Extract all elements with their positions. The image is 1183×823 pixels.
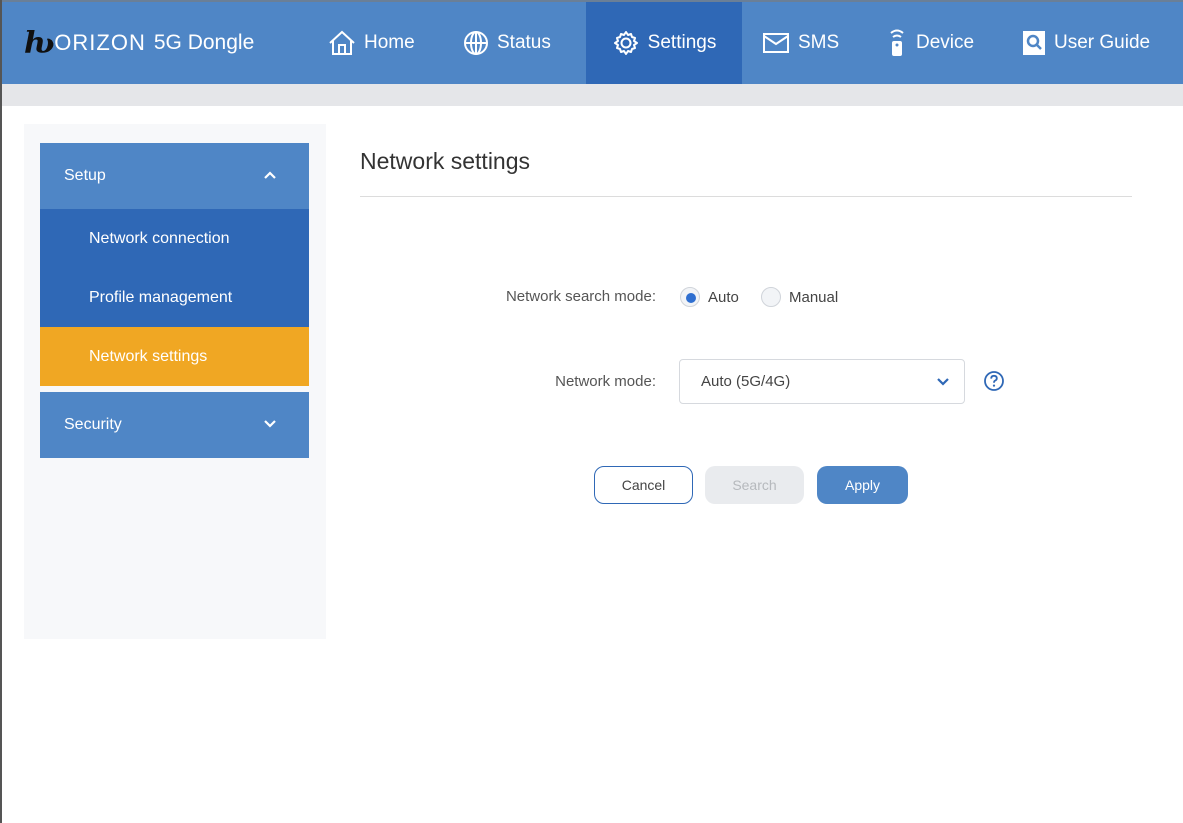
page-title: Network settings xyxy=(360,148,531,174)
radio-manual-circle[interactable] xyxy=(761,287,781,307)
nav-sms-label: SMS xyxy=(798,32,840,53)
sidebar-item-network-connection[interactable]: Network connection xyxy=(40,209,309,268)
sidebar-group-label: Security xyxy=(64,416,122,433)
network-mode-value: Auto (5G/4G) xyxy=(701,373,791,390)
gear-icon xyxy=(613,31,638,55)
nav-status-label: Status xyxy=(497,32,551,53)
brand-name: ORIZON xyxy=(54,30,146,55)
sidebar-group-security[interactable]: Security xyxy=(40,392,309,458)
cancel-button[interactable]: Cancel xyxy=(594,466,693,504)
chevron-down-icon xyxy=(937,378,949,386)
search-button[interactable]: Search xyxy=(705,466,804,504)
radio-auto[interactable]: Auto xyxy=(680,287,739,307)
nav-device[interactable]: Device xyxy=(886,2,1006,84)
brand-logo[interactable]: ƕ ORIZON 5G Dongle xyxy=(24,25,255,61)
envelope-icon xyxy=(763,33,789,53)
search-book-icon xyxy=(1023,31,1045,55)
top-navigation-bar: ƕ ORIZON 5G Dongle Home Status Settings xyxy=(2,2,1183,84)
radio-auto-label: Auto xyxy=(708,288,739,306)
sidebar-item-label: Profile management xyxy=(89,288,233,306)
chevron-down-icon xyxy=(264,420,276,428)
network-mode-select[interactable]: Auto (5G/4G) xyxy=(679,359,965,404)
nav-home[interactable]: Home xyxy=(328,2,448,84)
nav-home-label: Home xyxy=(364,32,415,53)
globe-icon xyxy=(464,31,488,55)
sidebar-item-network-settings[interactable]: Network settings xyxy=(40,327,309,386)
nav-device-label: Device xyxy=(916,32,975,53)
sidebar-group-label: Setup xyxy=(64,167,106,184)
radio-manual-label: Manual xyxy=(789,288,839,306)
title-divider xyxy=(360,196,1132,197)
chevron-up-icon xyxy=(264,171,276,179)
nav-sms[interactable]: SMS xyxy=(762,2,867,84)
nav-settings[interactable]: Settings xyxy=(586,2,742,84)
header-divider-strip xyxy=(2,84,1183,106)
device-icon xyxy=(890,29,904,56)
brand-product: 5G Dongle xyxy=(153,31,255,54)
nav-settings-label: Settings xyxy=(647,32,717,53)
sidebar-item-label: Network settings xyxy=(89,347,208,365)
nav-user-guide[interactable]: User Guide xyxy=(1022,2,1182,84)
radio-auto-circle[interactable] xyxy=(680,287,700,307)
radio-manual[interactable]: Manual xyxy=(761,287,838,307)
nav-user-guide-label: User Guide xyxy=(1054,32,1151,53)
nav-status[interactable]: Status xyxy=(463,2,573,84)
search-mode-label: Network search mode: xyxy=(505,288,656,305)
sidebar-item-profile-management[interactable]: Profile management xyxy=(40,268,309,327)
home-icon xyxy=(329,30,355,55)
window-left-border xyxy=(0,0,2,823)
sidebar-group-setup[interactable]: Setup xyxy=(40,143,309,209)
brand-mark: ƕ xyxy=(24,25,55,61)
network-mode-label: Network mode: xyxy=(555,373,656,390)
sidebar-item-label: Network connection xyxy=(89,229,230,247)
help-icon[interactable] xyxy=(983,370,1005,392)
apply-button[interactable]: Apply xyxy=(817,466,908,504)
